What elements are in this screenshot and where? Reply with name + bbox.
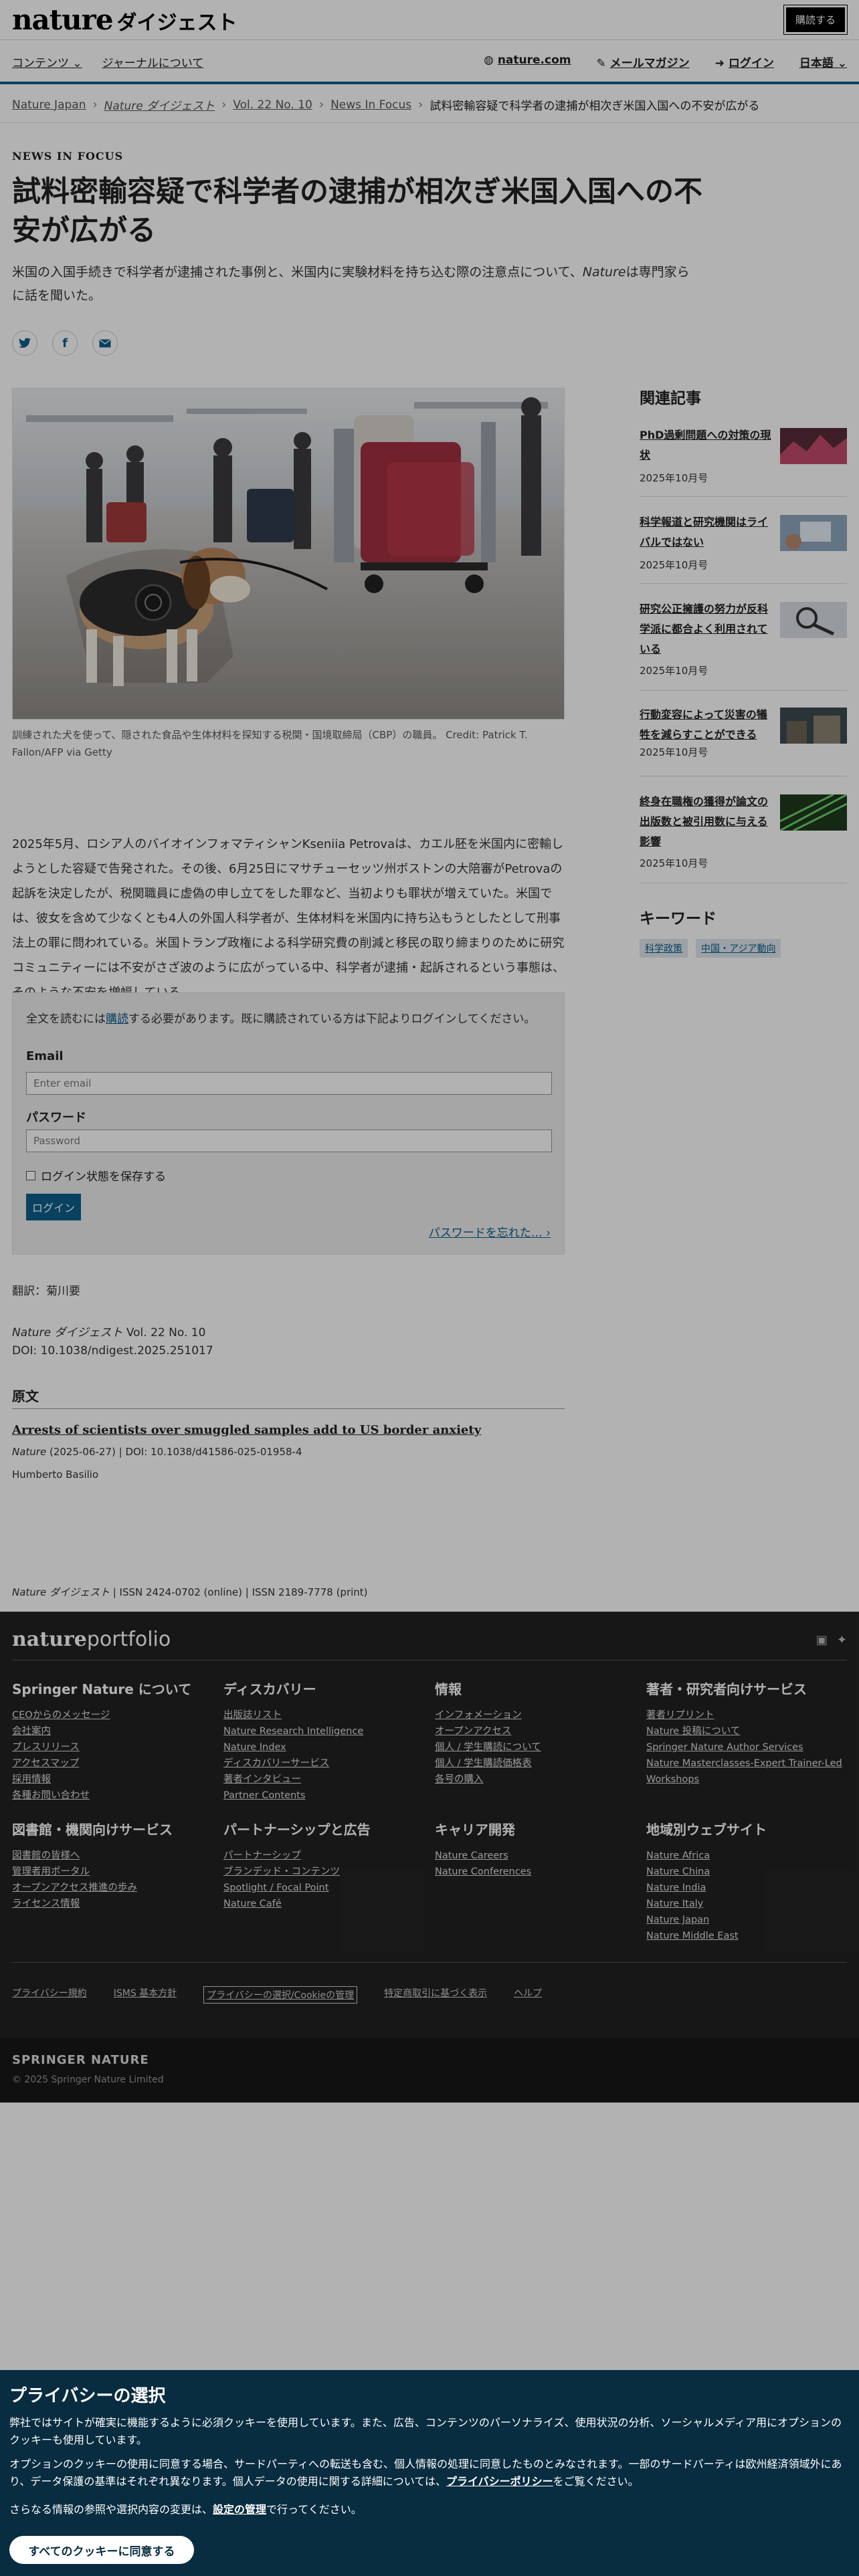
accept-all-cookies-button[interactable]: すべてのクッキーに同意する [9,2536,194,2564]
cookie-text-3: さらなる情報の参照や選択内容の変更は、設定の管理で行ってください。 [9,2501,846,2518]
cookie-text-3-pre: さらなる情報の参照や選択内容の変更は、 [9,2503,213,2516]
cookie-banner: プライバシーの選択 弊社ではサイトが確実に機能するように必須クッキーを使用してい… [0,2370,859,2576]
modal-overlay [0,0,859,2576]
cookie-text-2-pre: オプションのクッキーの使用に同意する場合、サードパーティへの転送も含む、個人情報… [9,2458,842,2488]
cookie-text-3-post: で行ってください。 [266,2503,362,2516]
page: nature ダイジェスト 購読する コンテンツ ⌄ ジャーナルについて ◍ na… [0,0,859,2576]
cookie-text-2-post: をご覧ください。 [553,2475,639,2488]
cookie-text-1: 弊社ではサイトが確実に機能するように必須クッキーを使用しています。また、広告、コ… [9,2416,842,2446]
cookie-text-2: オプションのクッキーの使用に同意する場合、サードパーティへの転送も含む、個人情報… [9,2456,846,2490]
cookie-title: プライバシーの選択 [9,2386,166,2406]
manage-settings-link[interactable]: 設定の管理 [213,2503,266,2516]
privacy-policy-link[interactable]: プライバシーポリシー [446,2475,553,2488]
